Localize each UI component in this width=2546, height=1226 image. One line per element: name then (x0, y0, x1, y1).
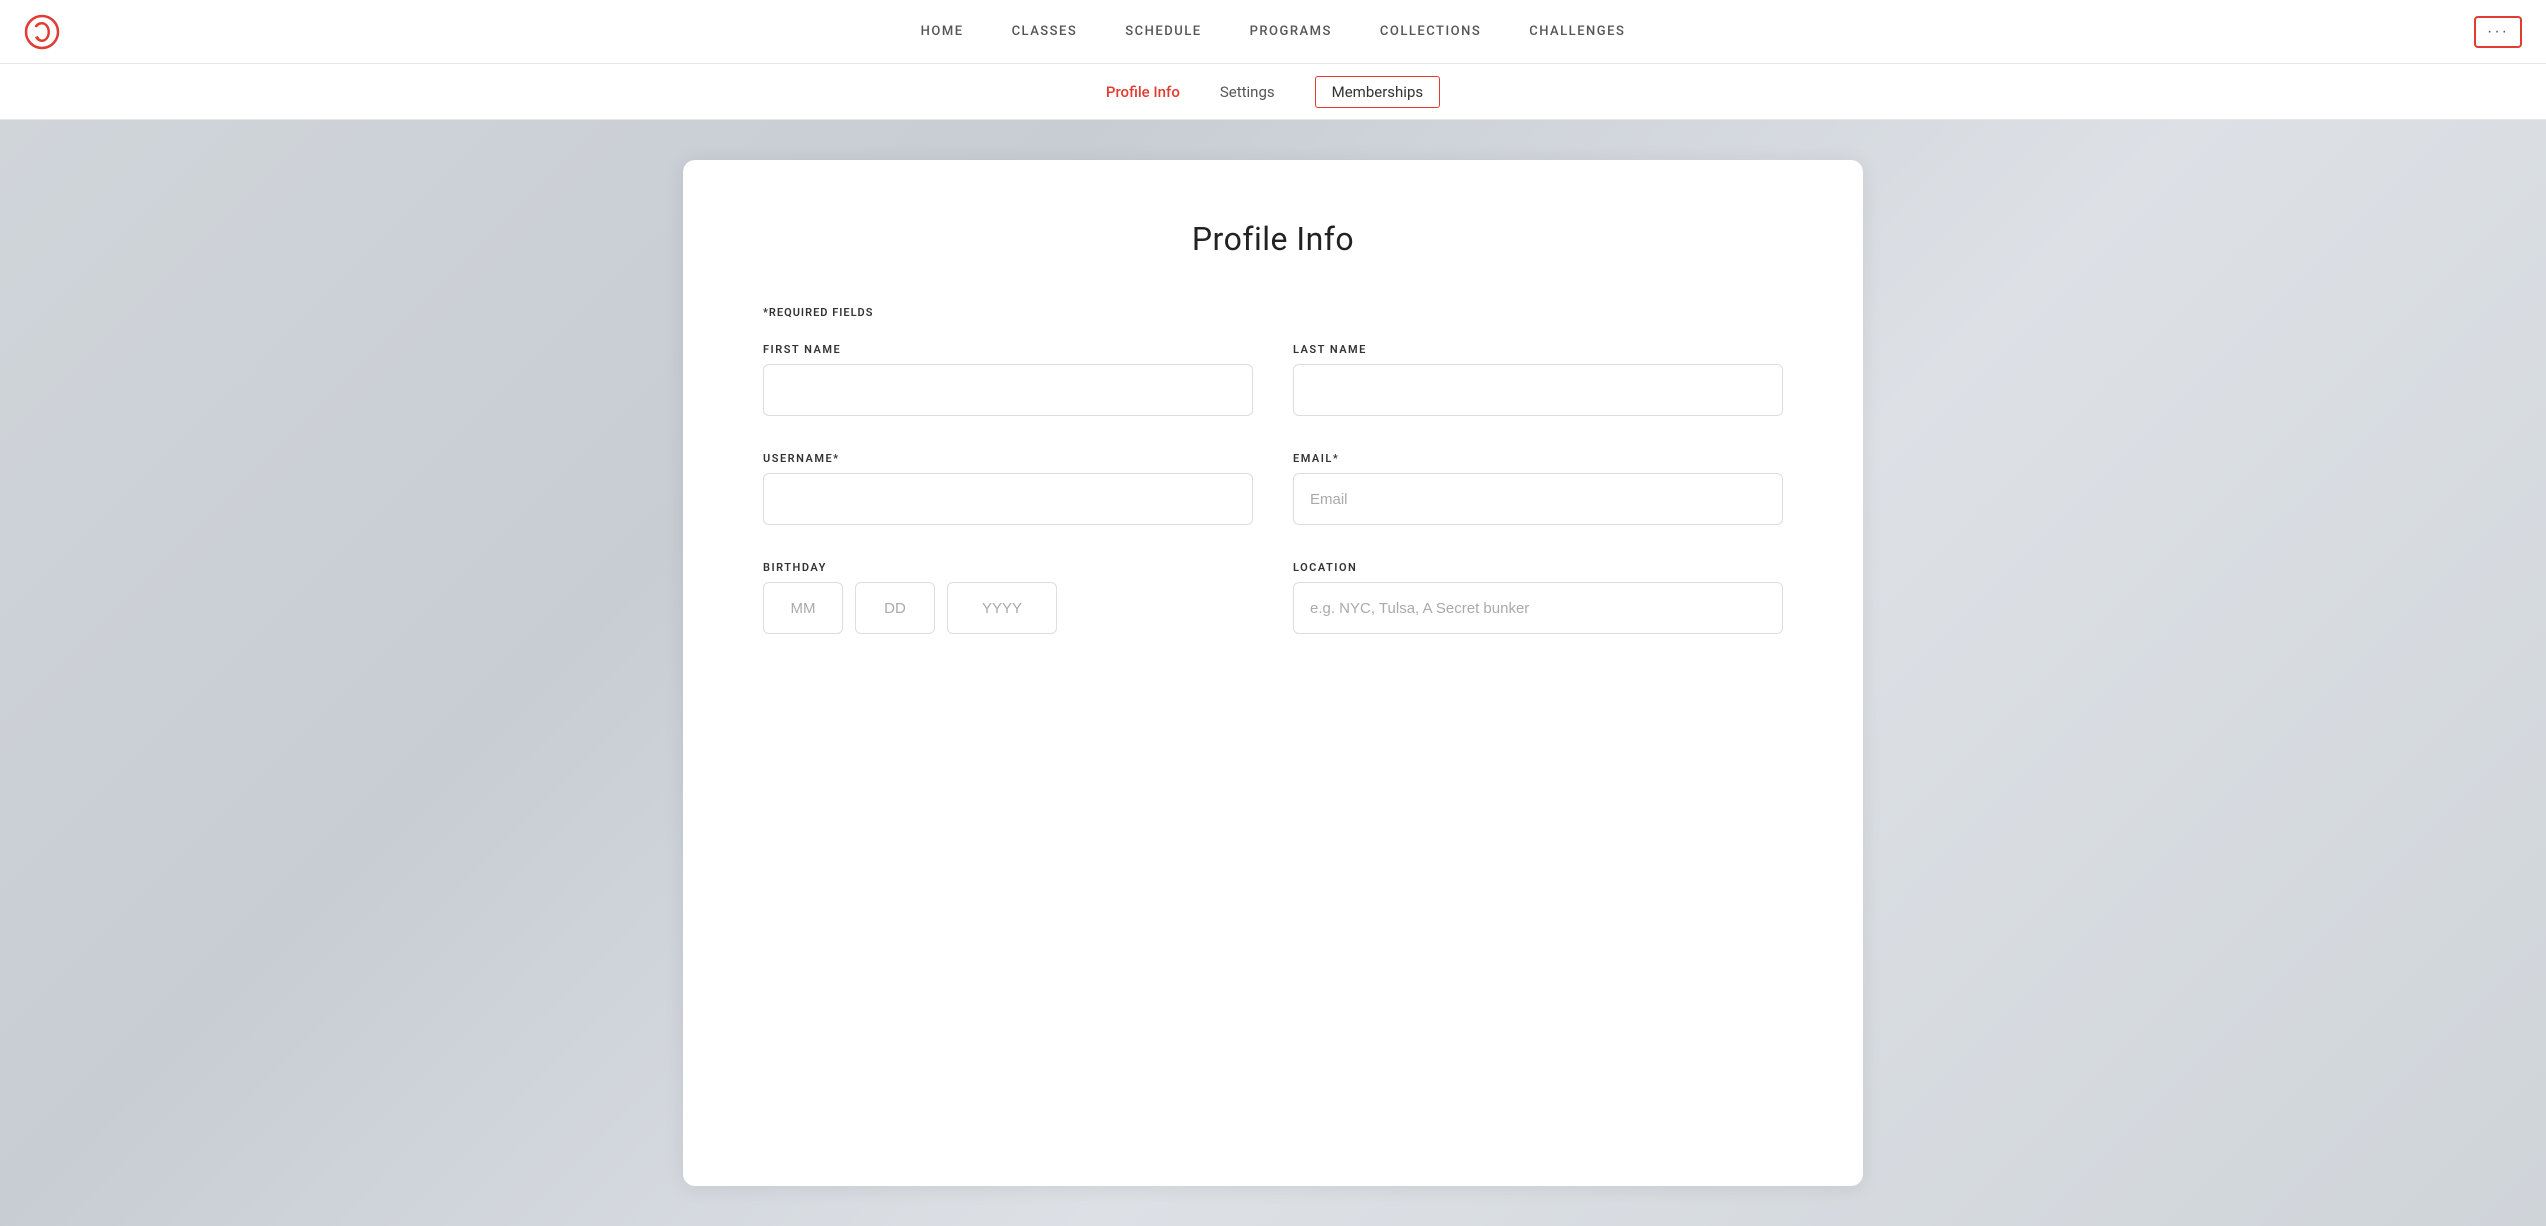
birthday-yyyy-input[interactable] (947, 582, 1057, 634)
email-group: EMAIL* (1293, 452, 1783, 525)
name-row: FIRST NAME LAST NAME (763, 343, 1783, 416)
nav-classes[interactable]: CLASSES (1012, 24, 1078, 39)
profile-card: Profile Info *REQUIRED FIELDS FIRST NAME… (683, 160, 1863, 1186)
nav-challenges[interactable]: CHALLENGES (1529, 24, 1625, 39)
birthday-label: BIRTHDAY (763, 561, 1253, 574)
tab-profile-info[interactable]: Profile Info (1106, 79, 1180, 105)
birthday-dd-input[interactable] (855, 582, 935, 634)
peloton-logo (24, 14, 60, 50)
page-background: Profile Info *REQUIRED FIELDS FIRST NAME… (0, 120, 2546, 1226)
required-note: *REQUIRED FIELDS (763, 306, 1783, 319)
nav-programs[interactable]: PROGRAMS (1250, 24, 1332, 39)
top-navigation: HOME CLASSES SCHEDULE PROGRAMS COLLECTIO… (0, 0, 2546, 64)
username-group: USERNAME* (763, 452, 1253, 525)
logo-area (24, 14, 60, 50)
birthday-group: BIRTHDAY (763, 561, 1253, 634)
birthday-location-row: BIRTHDAY LOCATION (763, 561, 1783, 634)
username-input[interactable] (763, 473, 1253, 525)
page-title: Profile Info (763, 220, 1783, 258)
birthday-inputs (763, 582, 1253, 634)
tab-settings[interactable]: Settings (1220, 79, 1275, 105)
location-label: LOCATION (1293, 561, 1783, 574)
email-label: EMAIL* (1293, 452, 1783, 465)
username-email-row: USERNAME* EMAIL* (763, 452, 1783, 525)
last-name-label: LAST NAME (1293, 343, 1783, 356)
username-label: USERNAME* (763, 452, 1253, 465)
first-name-label: FIRST NAME (763, 343, 1253, 356)
email-input[interactable] (1293, 473, 1783, 525)
nav-home[interactable]: HOME (921, 24, 964, 39)
nav-schedule[interactable]: SCHEDULE (1125, 24, 1201, 39)
first-name-group: FIRST NAME (763, 343, 1253, 416)
nav-collections[interactable]: COLLECTIONS (1380, 24, 1481, 39)
tab-memberships[interactable]: Memberships (1315, 76, 1440, 108)
location-input[interactable] (1293, 582, 1783, 634)
location-group: LOCATION (1293, 561, 1783, 634)
last-name-input[interactable] (1293, 364, 1783, 416)
birthday-mm-input[interactable] (763, 582, 843, 634)
more-button[interactable]: ··· (2474, 16, 2522, 48)
nav-links: HOME CLASSES SCHEDULE PROGRAMS COLLECTIO… (921, 24, 1626, 39)
sub-navigation: Profile Info Settings Memberships (0, 64, 2546, 120)
last-name-group: LAST NAME (1293, 343, 1783, 416)
first-name-input[interactable] (763, 364, 1253, 416)
